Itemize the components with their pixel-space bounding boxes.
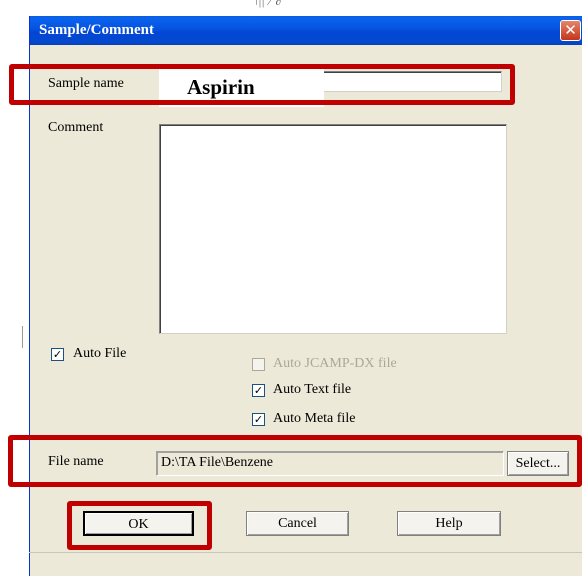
auto-file-checkbox[interactable]: ✓ xyxy=(51,348,64,361)
dialog-title: Sample/Comment xyxy=(39,22,154,38)
comment-textarea[interactable] xyxy=(159,124,507,334)
ok-button-highlight xyxy=(67,501,212,550)
help-button-label: Help xyxy=(435,516,463,531)
auto-jcamp-checkbox[interactable] xyxy=(252,358,265,371)
background-divider xyxy=(22,326,23,348)
auto-file-label: Auto File xyxy=(73,346,127,361)
sample-name-highlight xyxy=(9,64,515,105)
title-bar[interactable]: Sample/Comment ✕ xyxy=(30,16,582,45)
close-button[interactable]: ✕ xyxy=(560,20,581,41)
background-text: ו|| ∕ ∂ xyxy=(255,0,283,8)
auto-text-checkbox[interactable]: ✓ xyxy=(252,384,265,397)
auto-text-label: Auto Text file xyxy=(273,382,352,397)
auto-meta-label: Auto Meta file xyxy=(273,411,356,426)
comment-label: Comment xyxy=(48,120,104,135)
help-button[interactable]: Help xyxy=(397,511,501,536)
cancel-button-label: Cancel xyxy=(278,516,317,531)
cancel-button[interactable]: Cancel xyxy=(246,511,349,536)
close-icon: ✕ xyxy=(564,21,577,39)
file-name-highlight xyxy=(8,435,582,487)
dialog-bottom-border xyxy=(29,552,582,553)
auto-jcamp-label: Auto JCAMP-DX file xyxy=(273,356,397,371)
auto-meta-checkbox[interactable]: ✓ xyxy=(252,413,265,426)
